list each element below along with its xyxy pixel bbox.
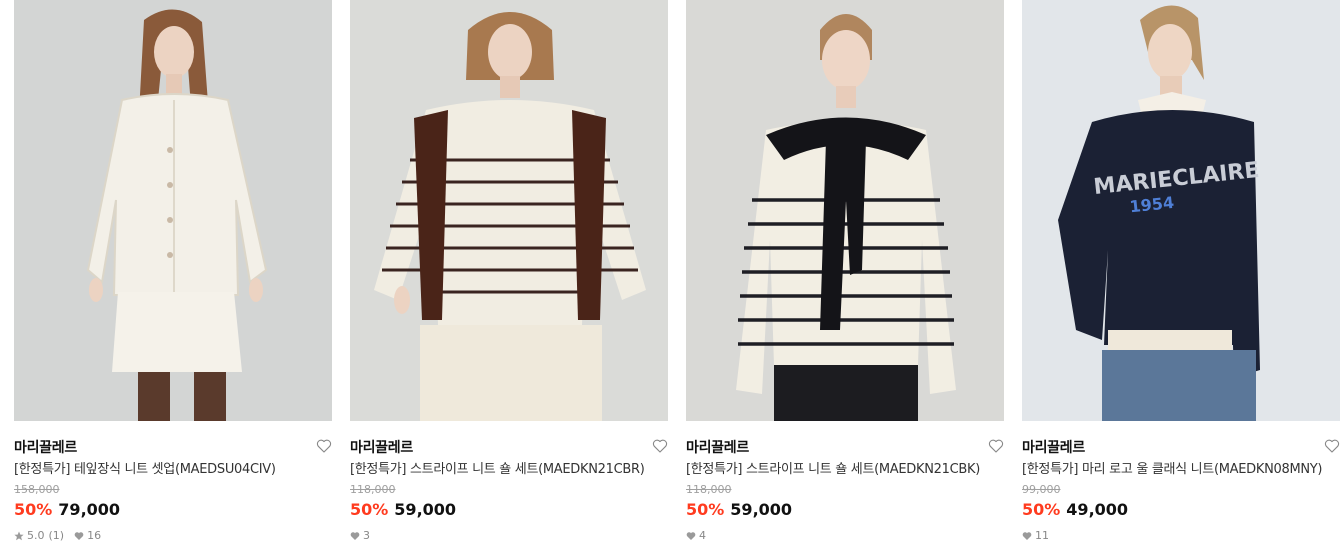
product-name[interactable]: [한정특가] 마리 로고 울 클래식 니트(MAEDKN08MNY)	[1022, 461, 1340, 479]
original-price: 118,000	[686, 483, 732, 496]
like-count: 4	[686, 529, 706, 543]
product-image[interactable]: MARIECLAIRE 1954	[1022, 0, 1340, 421]
rating-value: 5.0	[27, 529, 45, 542]
brand-name[interactable]: 마리끌레르	[1022, 440, 1085, 456]
heart-icon[interactable]	[316, 438, 332, 454]
original-price: 99,000	[1022, 483, 1061, 496]
rating: 5.0 (1)	[14, 529, 64, 543]
product-meta: 11	[1022, 529, 1340, 543]
heart-filled-icon	[1022, 531, 1032, 541]
product-image[interactable]	[686, 0, 1004, 421]
like-value: 11	[1035, 529, 1049, 542]
price-row: 50% 59,000	[350, 499, 668, 521]
discount-rate: 50%	[350, 500, 389, 519]
product-card[interactable]: 마리끌레르 [한정특가] 테잎장식 니트 셋업(MAEDSU04CIV) 158…	[14, 0, 332, 543]
brand-name[interactable]: 마리끌레르	[686, 440, 749, 456]
review-count: (1)	[48, 529, 65, 542]
heart-icon[interactable]	[988, 438, 1004, 454]
heart-filled-icon	[74, 531, 84, 541]
discount-rate: 50%	[1022, 500, 1061, 519]
price-row: 50% 49,000	[1022, 499, 1340, 521]
like-value: 3	[363, 529, 370, 542]
original-price: 158,000	[14, 483, 60, 496]
like-count: 16	[74, 529, 101, 543]
brand-name[interactable]: 마리끌레르	[350, 440, 413, 456]
sale-price: 49,000	[1066, 500, 1129, 519]
brand-name[interactable]: 마리끌레르	[14, 440, 77, 456]
sale-price: 59,000	[730, 500, 793, 519]
heart-filled-icon	[350, 531, 360, 541]
like-value: 4	[699, 529, 706, 542]
heart-icon[interactable]	[652, 438, 668, 454]
product-card[interactable]: 마리끌레르 [한정특가] 스트라이프 니트 숄 세트(MAEDKN21CBK) …	[686, 0, 1004, 543]
like-value: 16	[87, 529, 102, 542]
product-grid: 마리끌레르 [한정특가] 테잎장식 니트 셋업(MAEDSU04CIV) 158…	[0, 0, 1343, 550]
like-count: 11	[1022, 529, 1049, 543]
product-meta: 5.0 (1) 16	[14, 529, 332, 543]
star-icon	[14, 531, 24, 541]
heart-filled-icon	[686, 531, 696, 541]
original-price: 118,000	[350, 483, 396, 496]
product-image[interactable]	[14, 0, 332, 421]
discount-rate: 50%	[686, 500, 725, 519]
price-row: 50% 79,000	[14, 499, 332, 521]
discount-rate: 50%	[14, 500, 53, 519]
product-meta: 4	[686, 529, 1004, 543]
product-card[interactable]: 마리끌레르 [한정특가] 스트라이프 니트 숄 세트(MAEDKN21CBR) …	[350, 0, 668, 543]
like-count: 3	[350, 529, 370, 543]
product-name[interactable]: [한정특가] 스트라이프 니트 숄 세트(MAEDKN21CBK)	[686, 461, 1004, 479]
product-name[interactable]: [한정특가] 스트라이프 니트 숄 세트(MAEDKN21CBR)	[350, 461, 668, 479]
product-image[interactable]	[350, 0, 668, 421]
sale-price: 59,000	[394, 500, 457, 519]
product-card[interactable]: MARIECLAIRE 1954 마리끌레르 [한정특가] 마리 로고 울 클래…	[1022, 0, 1340, 543]
price-row: 50% 59,000	[686, 499, 1004, 521]
product-meta: 3	[350, 529, 668, 543]
heart-icon[interactable]	[1324, 438, 1340, 454]
product-name[interactable]: [한정특가] 테잎장식 니트 셋업(MAEDSU04CIV)	[14, 461, 332, 479]
sale-price: 79,000	[58, 500, 121, 519]
